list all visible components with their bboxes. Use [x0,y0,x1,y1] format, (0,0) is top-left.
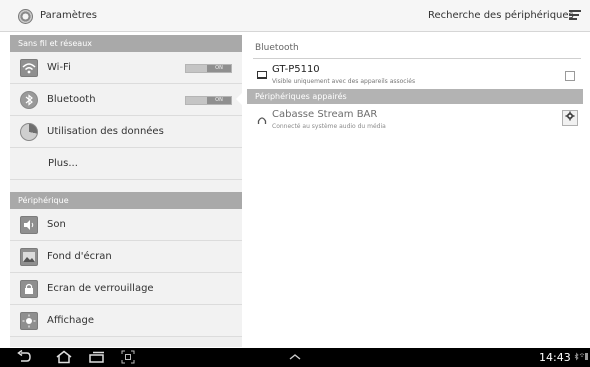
sidebar-item-data-usage[interactable]: Utilisation des données [10,116,242,148]
device-name: GT-P5110 [272,64,320,75]
clock: 14:43 [539,351,571,364]
sidebar-item-label: Wi-Fi [47,62,71,73]
spacer [10,180,242,192]
visibility-checkbox[interactable] [565,71,575,81]
sidebar-item-label: Ecran de verrouillage [47,283,154,294]
system-navigation-bar: 14:43 [0,348,590,367]
bluetooth-panel: Bluetooth GT-P5110 Visible uniquement av… [247,35,583,347]
sidebar-item-label: Plus... [48,158,78,169]
sidebar-item-label: Son [47,219,66,230]
scan-devices-button[interactable]: Recherche des périphériques [428,10,574,21]
divider [253,58,581,59]
sidebar-item-bluetooth[interactable]: Bluetooth ON [10,84,242,116]
back-icon[interactable] [16,349,32,367]
panel-title: Bluetooth [255,43,299,53]
sidebar-item-label: Fond d'écran [47,251,112,262]
headphones-icon [257,116,267,124]
up-chevron-icon[interactable] [287,350,303,367]
bluetooth-toggle[interactable]: ON [185,96,232,105]
data-usage-icon [20,123,38,141]
settings-sidebar: Sans fil et réseaux Wi-Fi ON Bluetooth O… [10,35,242,347]
action-bar: Paramètres Recherche des périphériques [0,0,590,32]
status-icons [574,352,588,363]
sidebar-item-wallpaper[interactable]: Fond d'écran [10,241,242,273]
screenshot-icon[interactable] [121,350,135,367]
sidebar-item-wifi[interactable]: Wi-Fi ON [10,52,242,84]
tablet-icon [257,71,267,79]
device-settings-button[interactable] [562,110,578,126]
settings-gear-icon[interactable] [18,9,33,24]
sidebar-item-lockscreen[interactable]: Ecran de verrouillage [10,273,242,305]
section-header-device: Périphérique [10,192,242,209]
device-visibility: Visible uniquement avec des appareils as… [272,78,416,85]
sidebar-item-label: Affichage [47,315,94,326]
bluetooth-icon [20,91,38,109]
lock-icon [20,280,38,298]
selection-caret [236,92,243,106]
gear-icon [565,111,575,121]
recent-apps-icon[interactable] [88,350,106,367]
home-icon[interactable] [55,350,73,367]
wallpaper-icon [20,248,38,266]
wifi-icon [20,59,38,77]
sidebar-item-label: Utilisation des données [47,126,164,137]
battery-icon [585,353,588,360]
sidebar-item-display[interactable]: Affichage [10,305,242,337]
wifi-toggle[interactable]: ON [185,64,232,73]
device-name: Cabasse Stream BAR [272,109,378,120]
speaker-icon [20,216,38,234]
paired-devices-header: Périphériques appairés [247,89,583,104]
sidebar-item-more[interactable]: Plus... [10,148,242,180]
app-title: Paramètres [40,10,98,21]
wifi-status-icon [579,353,585,357]
device-status: Connecté au système audio du média [272,123,386,130]
overflow-menu-icon[interactable] [569,10,581,21]
sidebar-item-label: Bluetooth [47,94,96,105]
own-device-row[interactable]: GT-P5110 Visible uniquement avec des app… [253,61,581,91]
display-icon [20,312,38,330]
section-header-wireless: Sans fil et réseaux [10,35,242,52]
paired-device-row[interactable]: Cabasse Stream BAR Connecté au système a… [253,106,581,136]
sidebar-item-sound[interactable]: Son [10,209,242,241]
bluetooth-status-icon [574,352,579,361]
